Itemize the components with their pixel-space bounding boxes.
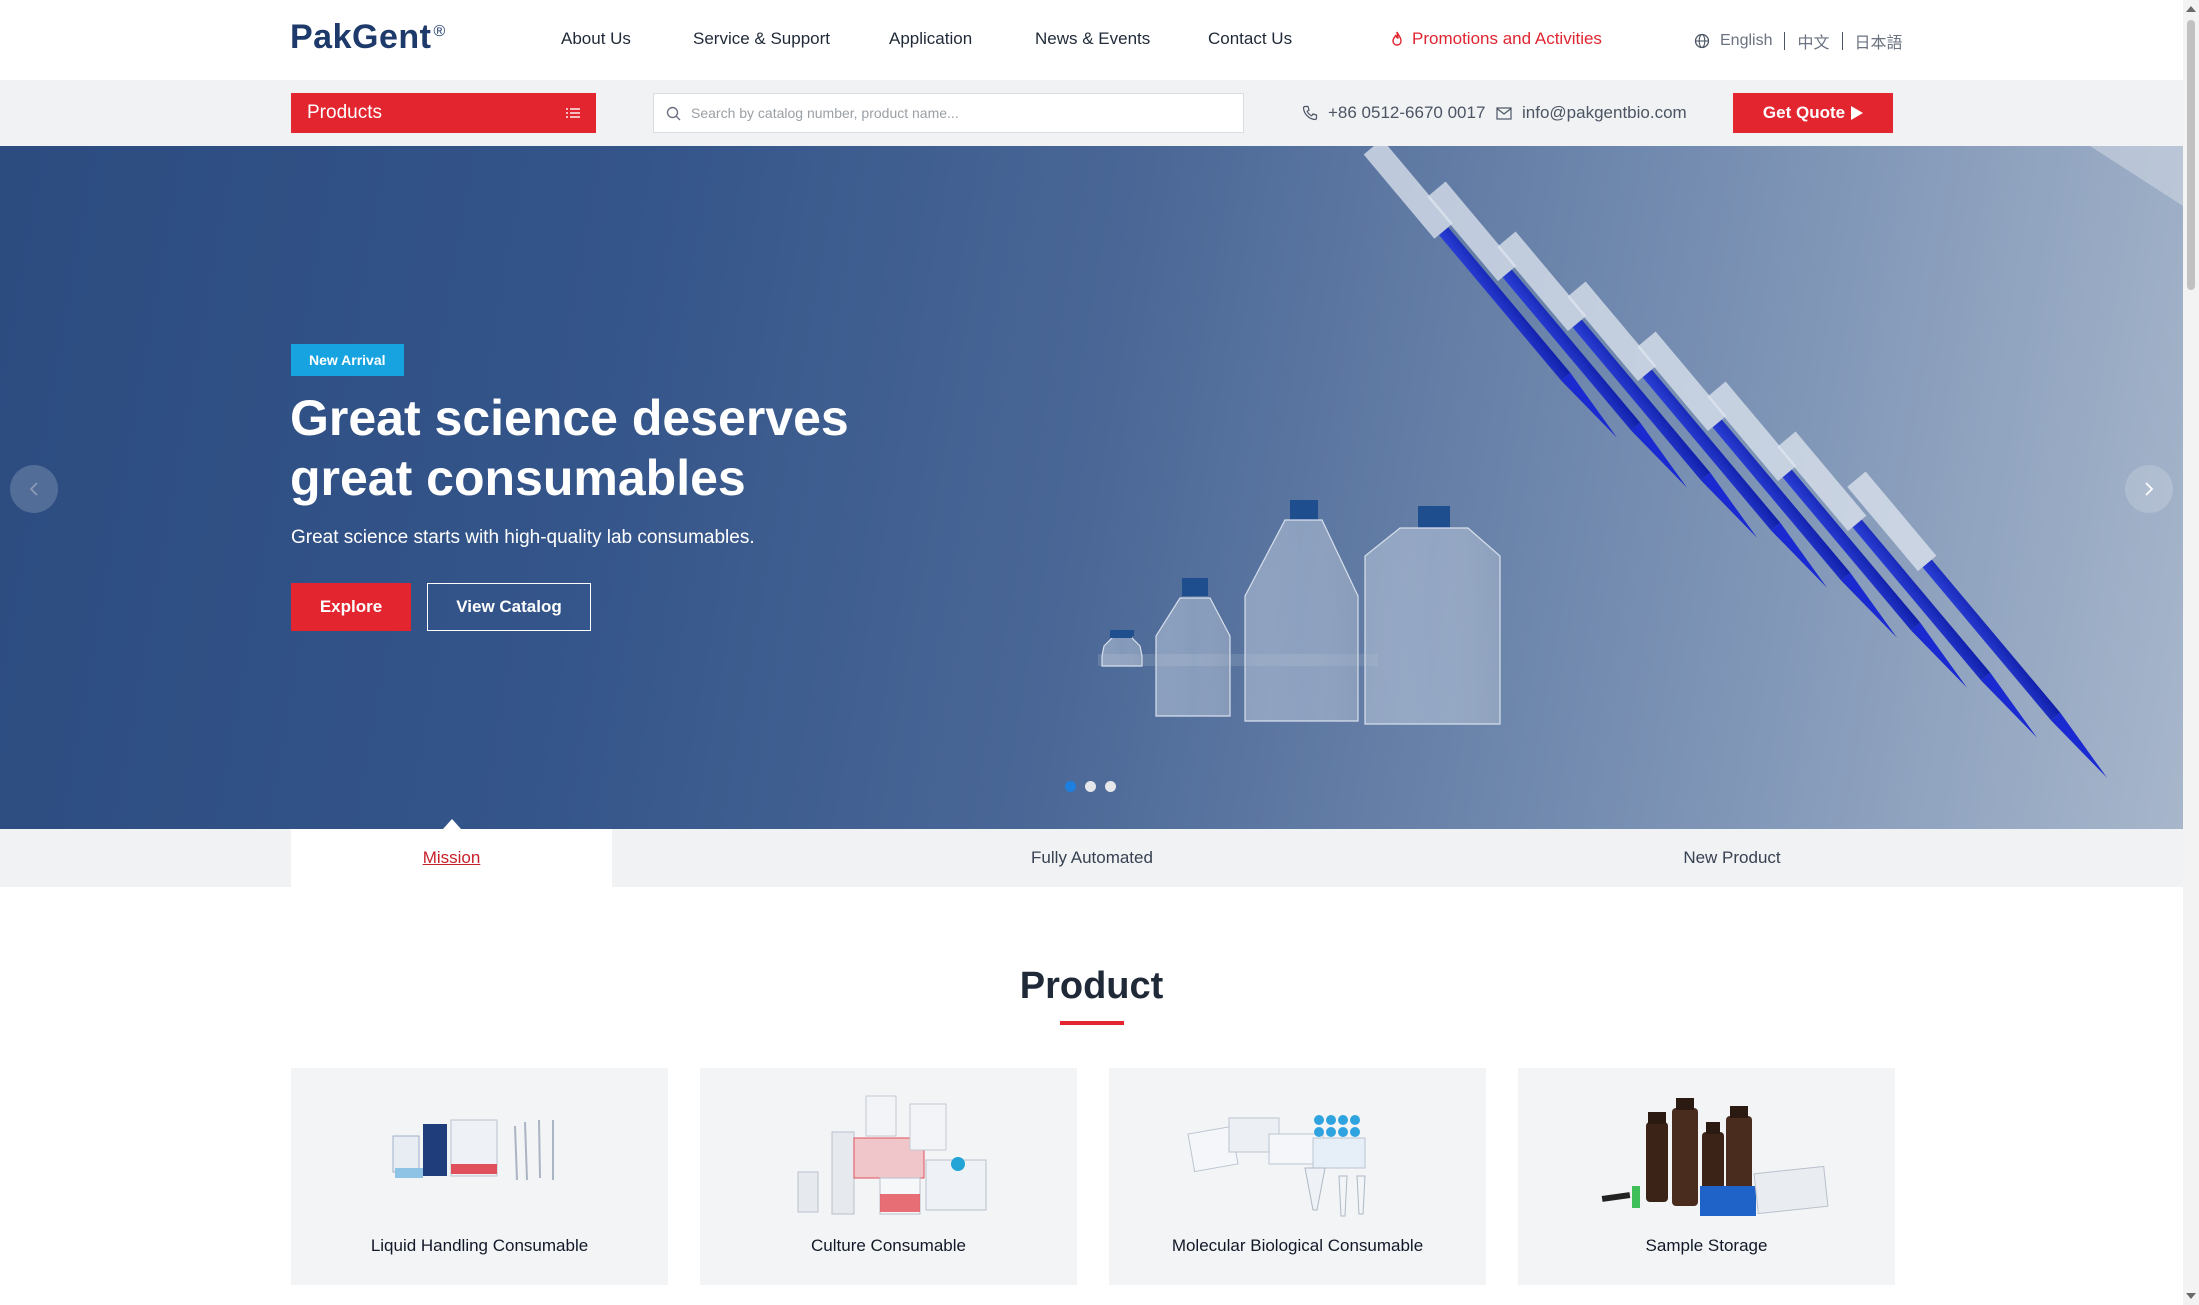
nav-service-support[interactable]: Service & Support — [693, 29, 830, 49]
product-card-molecular[interactable]: Molecular Biological Consumable — [1109, 1068, 1486, 1285]
top-navigation: PakGent ® About Us Service & Support Appl… — [0, 0, 2183, 80]
get-quote-button[interactable]: Get Quote — [1733, 93, 1893, 133]
tab-mission[interactable]: Mission — [291, 829, 612, 887]
lang-japanese[interactable]: 日本語 — [1855, 29, 1903, 53]
get-quote-label: Get Quote — [1762, 103, 1846, 122]
language-switcher: English 中文 日本語 — [1694, 29, 1903, 53]
active-tab-caret — [443, 819, 461, 829]
product-card-label: Sample Storage — [1645, 1236, 1768, 1255]
lang-english[interactable]: English — [1720, 32, 1772, 50]
hero-title-line1: Great science deserves — [290, 390, 849, 446]
scroll-down-arrow[interactable] — [2186, 1293, 2196, 1299]
page-scrollbar[interactable] — [2183, 0, 2199, 1305]
culture-consumable-image — [797, 1095, 987, 1215]
lang-divider — [1841, 32, 1843, 50]
product-card-culture[interactable]: Culture Consumable — [700, 1068, 1077, 1285]
search-icon — [666, 106, 681, 120]
lang-divider — [1784, 32, 1786, 50]
scroll-thumb[interactable] — [2187, 20, 2195, 290]
globe-icon — [1694, 33, 1710, 49]
nav-about-us[interactable]: About Us — [561, 29, 631, 49]
promotions-label: Promotions and Activities — [1412, 29, 1602, 48]
chevron-right-icon — [2145, 482, 2154, 496]
product-card-label: Molecular Biological Consumable — [1171, 1236, 1424, 1255]
menu-list-icon — [566, 108, 580, 118]
carousel-dot-2[interactable] — [1085, 781, 1096, 792]
culture-flasks-graphic — [1098, 500, 1501, 725]
hero-title: Great science deserves great consumables — [290, 388, 990, 508]
product-section-title: Product — [1019, 965, 1164, 1007]
email-contact[interactable]: info@pakgentbio.com — [1496, 103, 1687, 123]
hero-subtitle: Great science starts with high-quality l… — [291, 527, 755, 548]
liquid-handling-image — [392, 1119, 554, 1181]
carousel-next-button[interactable] — [2125, 465, 2173, 513]
carousel-pagination — [1065, 781, 1116, 792]
product-card-liquid-handling[interactable]: Liquid Handling Consumable — [291, 1068, 668, 1285]
registered-mark: ® — [433, 22, 446, 40]
brand-name: PakGent — [290, 18, 432, 56]
carousel-dot-1[interactable] — [1065, 781, 1076, 792]
products-label: Products — [307, 102, 382, 123]
lang-chinese[interactable]: 中文 — [1797, 29, 1829, 53]
hero-title-line2: great consumables — [290, 450, 746, 506]
carousel-prev-button[interactable] — [10, 465, 58, 513]
chevron-left-icon — [29, 482, 38, 496]
nav-news-events[interactable]: News & Events — [1035, 29, 1150, 49]
nav-application[interactable]: Application — [889, 29, 972, 49]
molecular-consumable-image — [1187, 1115, 1366, 1217]
utility-bar: Products +86 0512-6670 0017 info@pakgent… — [0, 80, 2183, 146]
phone-icon — [1302, 105, 1318, 121]
mail-icon — [1496, 106, 1512, 120]
flame-icon — [1392, 31, 1402, 46]
feature-tabs: Mission Fully Automated New Product — [0, 819, 2183, 887]
scroll-up-arrow[interactable] — [2186, 6, 2196, 12]
nav-contact-us[interactable]: Contact Us — [1208, 29, 1292, 49]
search-input[interactable] — [689, 104, 1233, 122]
play-icon — [1851, 106, 1864, 120]
search-box — [653, 93, 1244, 133]
email-address: info@pakgentbio.com — [1522, 103, 1687, 122]
product-card-label: Liquid Handling Consumable — [370, 1236, 589, 1255]
section-title-underline — [1060, 1021, 1124, 1025]
phone-contact[interactable]: +86 0512-6670 0017 — [1302, 103, 1485, 123]
view-catalog-button[interactable]: View Catalog — [427, 583, 591, 631]
sample-storage-image — [1601, 1098, 1829, 1216]
new-arrival-badge: New Arrival — [291, 344, 404, 376]
phone-number: +86 0512-6670 0017 — [1328, 103, 1486, 122]
carousel-dot-3[interactable] — [1105, 781, 1116, 792]
products-menu-button[interactable]: Products — [291, 93, 596, 133]
product-card-sample-storage[interactable]: Sample Storage — [1518, 1068, 1895, 1285]
nav-promotions[interactable]: Promotions and Activities — [1390, 29, 1602, 49]
hero-carousel: New Arrival Great science deserves great… — [0, 146, 2183, 829]
tab-new-product[interactable]: New Product — [1412, 829, 2052, 887]
brand-logo[interactable]: PakGent ® — [290, 18, 446, 57]
product-card-label: Culture Consumable — [811, 1236, 966, 1255]
explore-button[interactable]: Explore — [291, 583, 411, 631]
